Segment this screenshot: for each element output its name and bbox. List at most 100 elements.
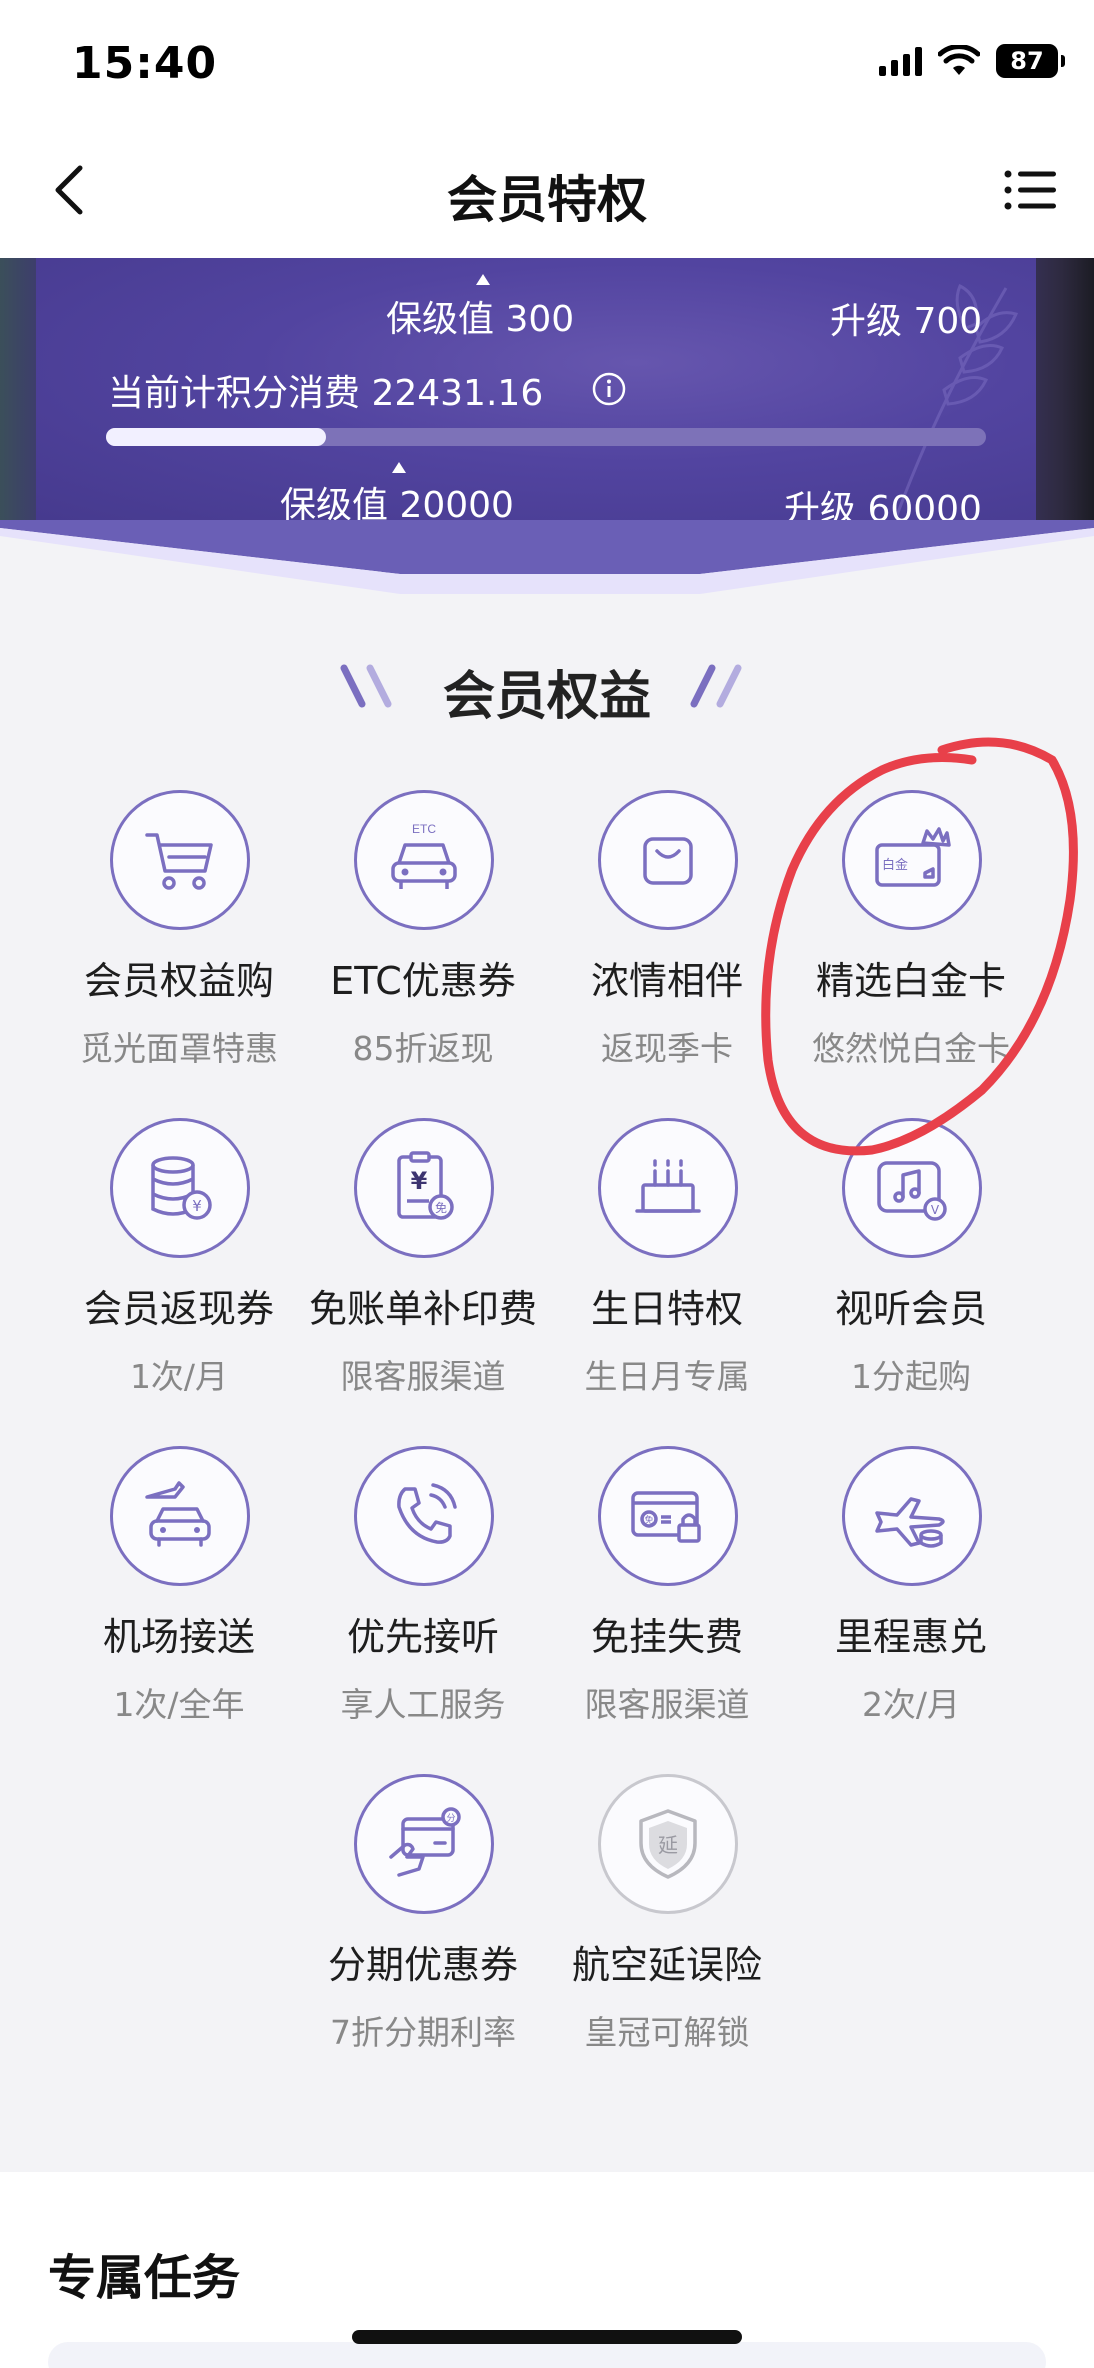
shield-icon: 延	[639, 1809, 697, 1879]
benefit-item-birthday[interactable]: 生日特权 生日月专属	[544, 1118, 790, 1418]
benefit-subtitle: 生日月专属	[584, 1357, 750, 1396]
page: 15:40 87 会员特权 保级值 300 升级 700 当前计积分消费 224…	[0, 0, 1094, 2368]
progress-bar	[106, 428, 986, 446]
signal-icon	[879, 46, 922, 76]
top-upgrade-label: 升级 700	[830, 301, 983, 342]
benefit-title: 视听会员	[834, 1287, 987, 1331]
benefit-subtitle: 享人工服务	[340, 1685, 506, 1724]
benefit-subtitle: 1次/全年	[113, 1685, 245, 1724]
slash-decoration-icon	[690, 664, 742, 708]
wifi-icon	[938, 45, 980, 75]
music-video-icon: V	[877, 1161, 947, 1221]
benefit-subtitle: 2次/月	[861, 1685, 961, 1724]
benefit-item-loss-report[interactable]: 免 免挂失费 限客服渠道	[544, 1446, 790, 1746]
phone-icon	[397, 1483, 457, 1544]
banner-card: 保级值 300 升级 700 当前计积分消费 22431.16 保级值 2000…	[36, 258, 1036, 530]
benefit-title: 会员权益购	[83, 959, 274, 1003]
benefit-subtitle: 皇冠可解锁	[584, 2013, 750, 2052]
benefit-subtitle: 返现季卡	[601, 1029, 733, 1068]
benefit-icon-circle: ¥	[110, 1118, 250, 1258]
points-label: 当前计积分消费 22431.16	[108, 373, 544, 414]
birthday-cake-icon	[635, 1159, 701, 1213]
progress-fill	[106, 428, 326, 446]
etc-car-icon: ETC	[391, 822, 457, 889]
benefit-item-shop[interactable]: 会员权益购 觅光面罩特惠	[56, 790, 302, 1090]
airport-car-icon	[145, 1481, 211, 1547]
benefit-title: 优先接听	[346, 1615, 499, 1659]
banner-chevron	[0, 520, 1094, 594]
benefit-item-airport[interactable]: 机场接送 1次/全年	[56, 1446, 302, 1746]
benefit-item-av-member[interactable]: V 视听会员 1分起购	[788, 1118, 1034, 1418]
benefit-item-companion[interactable]: 浓情相伴 返现季卡	[544, 790, 790, 1090]
benefit-item-bill[interactable]: ¥ 免 免账单补印费 限客服渠道	[300, 1118, 546, 1418]
status-bar: 15:40 87	[0, 0, 1094, 130]
top-keep-label: 保级值 300	[386, 299, 575, 340]
plane-coins-icon	[875, 1497, 945, 1548]
card-lock-icon: 免	[631, 1491, 701, 1543]
benefit-title: 生日特权	[590, 1287, 743, 1331]
benefit-icon-circle: V	[842, 1118, 982, 1258]
benefit-icon-circle: 分	[354, 1774, 494, 1914]
benefit-subtitle: 悠然悦白金卡	[812, 1029, 1010, 1068]
benefit-subtitle: 85折返现	[352, 1029, 494, 1068]
info-icon[interactable]	[592, 372, 626, 406]
benefit-title: ETC优惠券	[330, 959, 516, 1003]
benefit-icon-circle	[354, 1446, 494, 1586]
benefit-icon-circle: 免	[598, 1446, 738, 1586]
benefit-title: 会员返现券	[83, 1287, 274, 1331]
nav-bar: 会员特权	[0, 130, 1094, 258]
benefit-subtitle: 1次/月	[129, 1357, 229, 1396]
benefit-icon-circle: 延	[598, 1774, 738, 1914]
benefit-title: 分期优惠券	[327, 1943, 518, 1987]
benefit-item-priority[interactable]: 优先接听 享人工服务	[300, 1446, 546, 1746]
battery-icon: 87	[996, 44, 1065, 78]
bill-icon-badge: 免	[435, 1200, 447, 1215]
benefit-title: 里程惠兑	[834, 1615, 987, 1659]
battery-level: 87	[1010, 47, 1044, 75]
benefit-item-delay-insurance[interactable]: 延 航空延误险 皇冠可解锁	[544, 1774, 790, 2074]
benefit-title: 免挂失费	[590, 1615, 743, 1659]
benefit-item-mileage[interactable]: 里程惠兑 2次/月	[788, 1446, 1034, 1746]
music-icon-badge: V	[931, 1203, 940, 1217]
benefit-subtitle: 觅光面罩特惠	[80, 1029, 278, 1068]
coin-stack-icon: ¥	[151, 1156, 212, 1220]
benefit-subtitle: 限客服渠道	[340, 1357, 506, 1396]
benefit-icon-circle: 白金	[842, 790, 982, 930]
benefit-subtitle: 1分起购	[851, 1357, 971, 1396]
home-indicator[interactable]	[352, 2330, 742, 2344]
list-icon	[1004, 170, 1056, 210]
marker-top	[476, 274, 490, 285]
benefit-title: 免账单补印费	[308, 1287, 537, 1331]
benefit-item-etc[interactable]: ETC ETC优惠券 85折返现	[300, 790, 546, 1090]
shopping-bag-icon	[643, 837, 693, 885]
etc-icon-text: ETC	[412, 822, 436, 836]
benefit-icon-circle	[842, 1446, 982, 1586]
bill-icon-text: ¥	[411, 1167, 428, 1195]
benefit-item-platinum[interactable]: 白金 精选白金卡 悠然悦白金卡	[788, 790, 1034, 1090]
benefit-icon-circle: ETC	[354, 790, 494, 930]
benefit-icon-circle	[598, 790, 738, 930]
benefit-icon-circle	[110, 790, 250, 930]
tasks-card[interactable]	[48, 2342, 1046, 2368]
membership-banner: 保级值 300 升级 700 当前计积分消费 22431.16 保级值 2000…	[0, 258, 1094, 598]
platinum-card-icon: 白金	[875, 827, 951, 887]
shopping-cart-icon	[145, 833, 213, 890]
bill-icon: ¥ 免	[397, 1151, 454, 1220]
benefit-item-installment[interactable]: 分 分期优惠券 7折分期利率	[300, 1774, 546, 2074]
page-title: 会员特权	[447, 171, 647, 229]
card-lock-icon-badge: 免	[644, 1514, 653, 1526]
benefit-subtitle: 限客服渠道	[584, 1685, 750, 1724]
shield-icon-text: 延	[658, 1833, 678, 1857]
section-title: 会员权益	[442, 667, 651, 727]
benefit-icon-circle: ¥ 免	[354, 1118, 494, 1258]
card-hand-icon-badge: 分	[446, 1813, 455, 1824]
benefit-icon-circle	[110, 1446, 250, 1586]
platinum-icon-text: 白金	[882, 857, 908, 873]
benefits-section: 会员权益 会员权益购 觅光面罩特惠 ETC ETC优惠券 85折返现 浓情相伴 …	[0, 598, 1094, 2146]
benefit-title: 航空延误险	[571, 1943, 762, 1987]
benefit-title: 浓情相伴	[590, 959, 743, 1003]
benefit-item-cashback[interactable]: ¥ 会员返现券 1次/月	[56, 1118, 302, 1418]
coin-icon-text: ¥	[192, 1197, 202, 1215]
menu-button[interactable]	[998, 160, 1062, 220]
status-icons: 87	[879, 44, 1065, 78]
